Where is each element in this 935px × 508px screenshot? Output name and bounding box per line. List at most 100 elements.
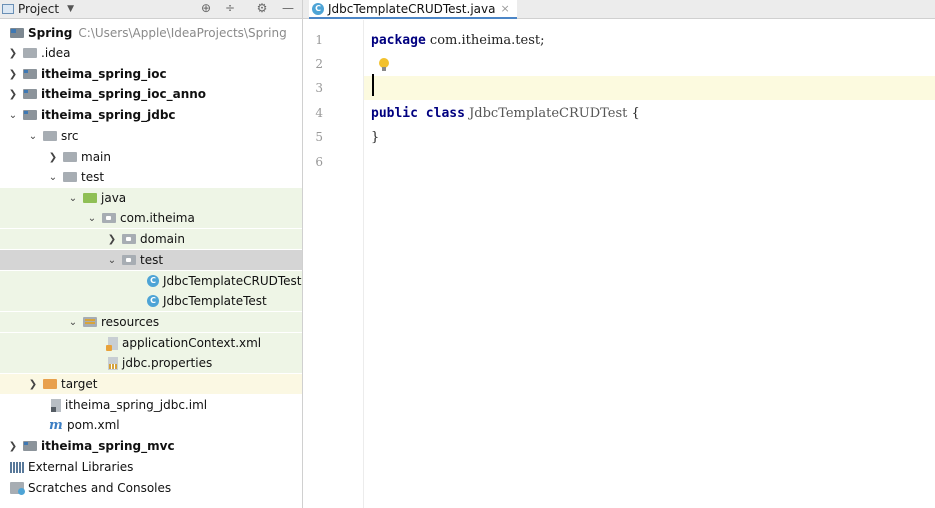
project-view-selector[interactable]: Project — [18, 2, 59, 16]
scratches-icon — [10, 482, 25, 495]
spring-xml-icon — [106, 336, 118, 351]
tree-row-module-mvc[interactable]: ❯ itheima_spring_mvc — [0, 436, 302, 456]
tree-label: jdbc.properties — [122, 356, 213, 370]
excluded-folder-icon — [43, 379, 57, 389]
keyword: class — [417, 105, 465, 121]
folder-icon — [23, 48, 37, 58]
package-icon — [122, 255, 136, 265]
project-view-icon — [2, 4, 14, 14]
tree-row-target[interactable]: ❯ target — [0, 374, 302, 394]
tree-label: main — [81, 150, 111, 164]
tree-label: Scratches and Consoles — [28, 481, 172, 495]
tree-label: src — [61, 129, 79, 143]
project-panel: Project ▼ ⊕ ÷ ⚙ — Spring C:\Users\Apple\… — [0, 0, 302, 508]
chevron-down-icon[interactable]: ⌄ — [67, 193, 79, 204]
module-folder-icon — [23, 89, 37, 99]
tree-label: Spring — [28, 26, 73, 40]
chevron-down-icon[interactable]: ⌄ — [7, 110, 19, 121]
chevron-down-icon[interactable]: ⌄ — [86, 213, 98, 224]
tree-row-package-domain[interactable]: ❯ domain — [0, 229, 302, 249]
folder-icon — [63, 172, 77, 182]
chevron-down-icon[interactable]: ▼ — [67, 4, 74, 14]
keyword: package — [371, 32, 426, 48]
package-name: com.itheima.test; — [425, 32, 545, 48]
tree-label: java — [101, 191, 127, 205]
tree-row-module-ioc[interactable]: ❯ itheima_spring_ioc — [0, 64, 302, 84]
tree-row-applicationcontext[interactable]: applicationContext.xml — [0, 333, 302, 353]
tab-label: JdbcTemplateCRUDTest.java — [328, 1, 496, 16]
tree-row-pom[interactable]: m pom.xml — [0, 415, 302, 435]
line-number: 1 — [315, 33, 323, 47]
module-folder-icon — [23, 110, 37, 120]
tree-row-java[interactable]: ⌄ java — [0, 188, 302, 208]
tree-label: itheima_spring_mvc — [41, 439, 175, 453]
tab-jdbctemplatecrudtest[interactable]: C JdbcTemplateCRUDTest.java × — [309, 0, 517, 19]
tree-row-class-jdbctest[interactable]: C JdbcTemplateTest — [0, 291, 302, 311]
tree-label: resources — [101, 315, 160, 329]
code-line[interactable]: } — [364, 125, 935, 149]
tree-row-package-com-itheima[interactable]: ⌄ com.itheima — [0, 208, 302, 228]
tree-row-module-ioc-anno[interactable]: ❯ itheima_spring_ioc_anno — [0, 84, 302, 104]
tree-row-iml[interactable]: itheima_spring_jdbc.iml — [0, 395, 302, 415]
keyword: public — [371, 105, 418, 121]
tree-label: External Libraries — [28, 460, 134, 474]
chevron-right-icon[interactable]: ❯ — [47, 152, 59, 163]
code-line-current[interactable] — [364, 76, 935, 100]
tree-row-scratches[interactable]: Scratches and Consoles — [0, 478, 302, 498]
chevron-right-icon[interactable]: ❯ — [27, 379, 39, 390]
chevron-down-icon[interactable]: ⌄ — [67, 317, 79, 328]
tree-label: itheima_spring_ioc — [41, 67, 167, 81]
tree-row-idea[interactable]: ❯ .idea — [0, 43, 302, 63]
tree-row-package-test[interactable]: ⌄ test — [0, 250, 302, 270]
folder-icon — [63, 152, 77, 162]
tree-row-src[interactable]: ⌄ src — [0, 126, 302, 146]
chevron-right-icon[interactable]: ❯ — [7, 69, 19, 80]
project-panel-header: Project ▼ ⊕ ÷ ⚙ — — [0, 0, 302, 19]
package-icon — [122, 234, 136, 244]
chevron-down-icon[interactable]: ⌄ — [106, 255, 118, 266]
line-number: 2 — [315, 57, 323, 71]
tree-label: itheima_spring_ioc_anno — [41, 87, 207, 101]
locate-icon[interactable]: ⊕ — [198, 1, 214, 15]
java-class-icon: C — [147, 295, 159, 307]
code-line[interactable]: package com.itheima.test; — [364, 28, 935, 52]
line-number: 5 — [315, 130, 323, 144]
tree-row-resources[interactable]: ⌄ resources — [0, 312, 302, 332]
hide-panel-icon[interactable]: — — [280, 1, 296, 15]
tree-row-external-libraries[interactable]: External Libraries — [0, 457, 302, 477]
chevron-down-icon[interactable]: ⌄ — [47, 172, 59, 183]
tree-row-main[interactable]: ❯ main — [0, 147, 302, 167]
tree-label: applicationContext.xml — [122, 336, 262, 350]
tree-row-jdbc-properties[interactable]: jdbc.properties — [0, 353, 302, 373]
editor-tab-bar: C JdbcTemplateCRUDTest.java × — [303, 0, 935, 19]
tree-label: domain — [140, 232, 185, 246]
tree-label: JdbcTemplateTest — [163, 294, 267, 308]
java-class-icon: C — [312, 2, 324, 15]
tree-label: itheima_spring_jdbc — [41, 108, 176, 122]
tree-label: itheima_spring_jdbc.iml — [65, 398, 208, 412]
gear-icon[interactable]: ⚙ — [254, 1, 270, 15]
tree-label: JdbcTemplateCRUDTest — [163, 274, 302, 288]
tree-label: pom.xml — [67, 418, 120, 432]
tree-row-module-jdbc[interactable]: ⌄ itheima_spring_jdbc — [0, 105, 302, 125]
chevron-right-icon[interactable]: ❯ — [7, 89, 19, 100]
collapse-all-icon[interactable]: ÷ — [222, 1, 238, 15]
chevron-right-icon[interactable]: ❯ — [7, 48, 19, 59]
tree-row-class-crudtest[interactable]: C JdbcTemplateCRUDTest — [0, 271, 302, 291]
chevron-right-icon[interactable]: ❯ — [106, 234, 118, 245]
close-brace: } — [371, 129, 380, 145]
tree-row-test[interactable]: ⌄ test — [0, 167, 302, 187]
tree-label: com.itheima — [120, 211, 195, 225]
lightbulb-icon[interactable] — [379, 58, 389, 71]
tree-row-root[interactable]: Spring C:\Users\Apple\IdeaProjects\Sprin… — [0, 23, 302, 43]
close-icon[interactable]: × — [500, 2, 509, 15]
text-caret — [372, 74, 374, 96]
code-line[interactable]: public class JdbcTemplateCRUDTest { — [364, 101, 935, 125]
tree-label: .idea — [41, 46, 71, 60]
chevron-down-icon[interactable]: ⌄ — [27, 131, 39, 142]
project-folder-icon — [10, 28, 24, 38]
chevron-right-icon[interactable]: ❯ — [7, 441, 19, 452]
test-root-folder-icon — [83, 193, 97, 203]
tree-label: target — [61, 377, 98, 391]
tree-label: test — [140, 253, 164, 267]
